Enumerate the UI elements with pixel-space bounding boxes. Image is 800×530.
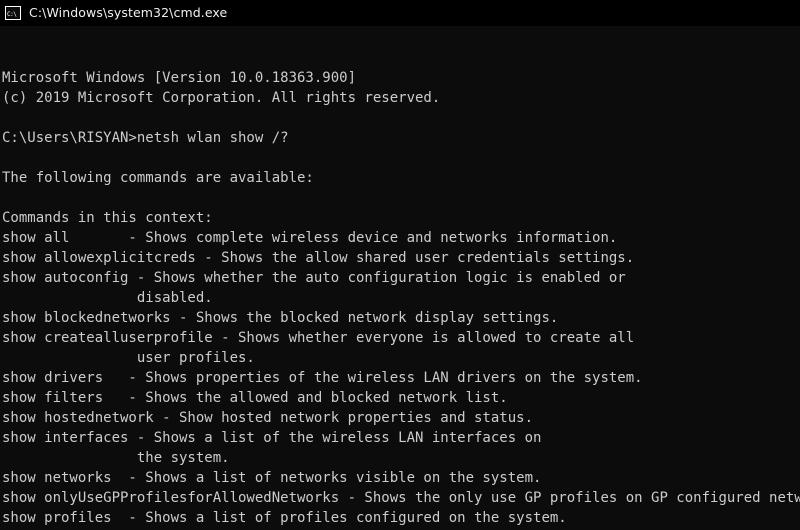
- console-line: disabled.: [2, 290, 213, 306]
- console-line: show allowexplicitcreds - Shows the allo…: [2, 250, 635, 266]
- console-line: show hostednetwork - Show hosted network…: [2, 410, 534, 426]
- console-lines: Microsoft Windows [Version 10.0.18363.90…: [2, 68, 800, 530]
- console-line: The following commands are available:: [2, 170, 314, 186]
- console-line: show networks - Shows a list of networks…: [2, 470, 542, 486]
- console-line: C:\Users\RISYAN>netsh wlan show /?: [2, 130, 289, 146]
- console-line: show drivers - Shows properties of the w…: [2, 370, 643, 386]
- cmd-icon-glyph: C:\: [6, 10, 20, 19]
- title-bar[interactable]: C:\ C:\Windows\system32\cmd.exe: [0, 0, 800, 26]
- window-title: C:\Windows\system32\cmd.exe: [29, 5, 228, 20]
- titlebar-spacer: [227, 0, 800, 26]
- console-line: show autoconfig - Shows whether the auto…: [2, 270, 626, 286]
- console-line: show onlyUseGPProfilesforAllowedNetworks…: [2, 490, 800, 506]
- console-line: Microsoft Windows [Version 10.0.18363.90…: [2, 70, 357, 86]
- cmd-icon: C:\: [5, 6, 21, 20]
- console-line: show filters - Shows the allowed and blo…: [2, 390, 508, 406]
- console-line: show profiles - Shows a list of profiles…: [2, 510, 567, 526]
- console-line: show blockednetworks - Shows the blocked…: [2, 310, 559, 326]
- console-line: the system.: [2, 450, 230, 466]
- console-line: Commands in this context:: [2, 210, 213, 226]
- console-output-area[interactable]: Microsoft Windows [Version 10.0.18363.90…: [0, 26, 800, 530]
- console-line: show createalluserprofile - Shows whethe…: [2, 330, 635, 346]
- cmd-window: C:\ C:\Windows\system32\cmd.exe Microsof…: [0, 0, 800, 530]
- console-line: show all - Shows complete wireless devic…: [2, 230, 618, 246]
- console-line: (c) 2019 Microsoft Corporation. All righ…: [2, 90, 441, 106]
- console-line: user profiles.: [2, 350, 255, 366]
- console-line: show interfaces - Shows a list of the wi…: [2, 430, 542, 446]
